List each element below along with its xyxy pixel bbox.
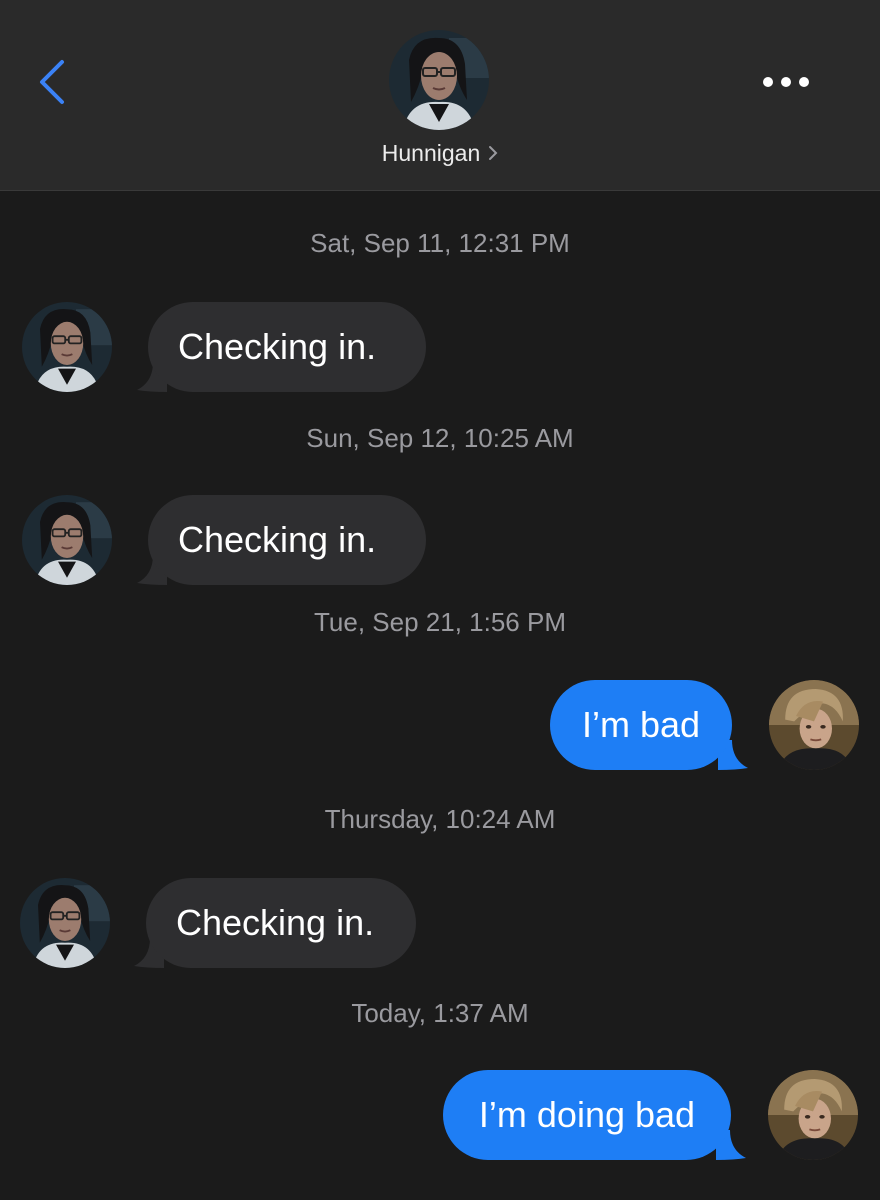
chevron-right-icon [488, 141, 498, 168]
message-bubble-outgoing[interactable]: I’m bad [550, 680, 732, 770]
back-button[interactable] [30, 54, 74, 110]
chevron-left-icon [40, 60, 64, 104]
timestamp: Today, 1:37 AM [351, 998, 529, 1028]
avatar [22, 495, 112, 585]
contact-name-button[interactable]: Hunnigan [0, 140, 880, 168]
message-bubble-incoming[interactable]: Checking in. [146, 878, 416, 968]
avatar [20, 878, 110, 968]
more-options-button[interactable] [756, 64, 816, 100]
message-bubble-incoming[interactable]: Checking in. [148, 495, 426, 585]
timestamp: Sun, Sep 12, 10:25 AM [306, 423, 574, 453]
conversation-header: Hunnigan [0, 0, 880, 191]
avatar [22, 302, 112, 392]
timestamp: Sat, Sep 11, 12:31 PM [310, 228, 570, 258]
avatar [768, 1070, 858, 1160]
timestamp: Thursday, 10:24 AM [324, 804, 556, 834]
message-bubble-outgoing[interactable]: I’m doing bad [443, 1070, 731, 1160]
timestamp: Tue, Sep 21, 1:56 PM [314, 607, 566, 637]
ellipsis-icon [763, 77, 809, 87]
message-bubble-incoming[interactable]: Checking in. [148, 302, 426, 392]
contact-avatar[interactable] [389, 30, 489, 130]
avatar [769, 680, 859, 770]
contact-name: Hunnigan [381, 140, 481, 166]
